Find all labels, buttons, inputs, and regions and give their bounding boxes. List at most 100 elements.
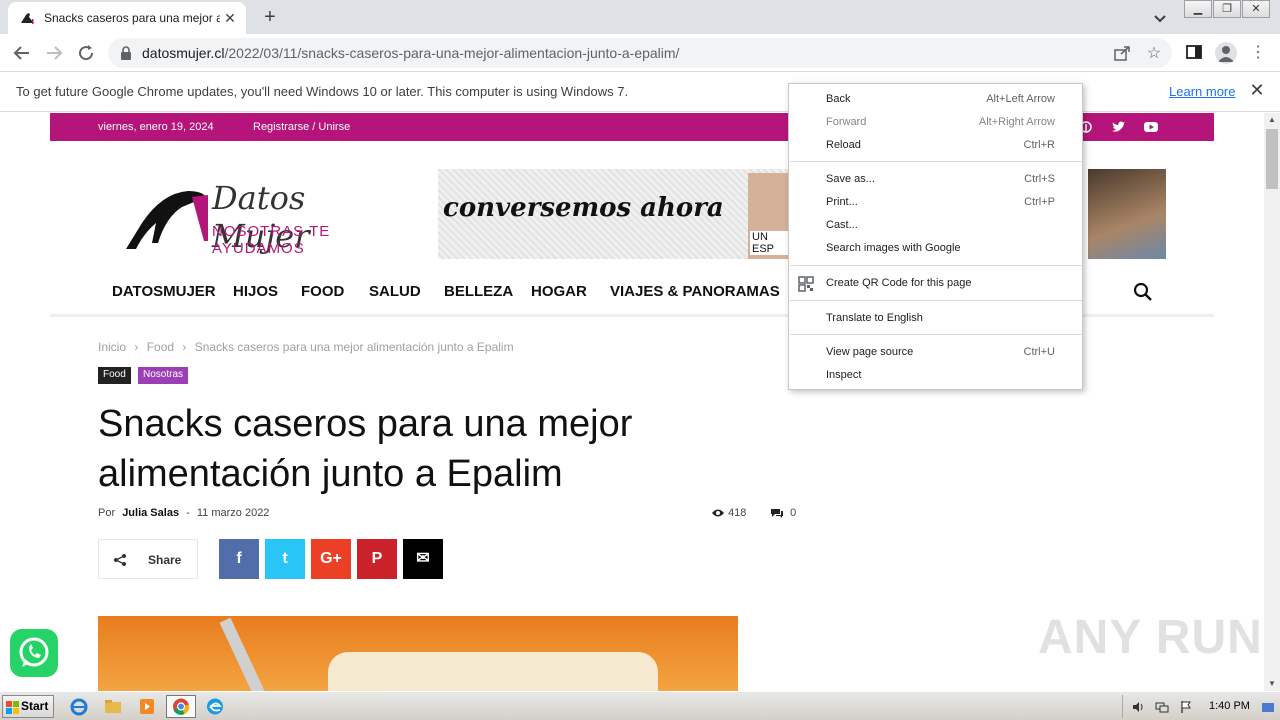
infobar-close-icon[interactable]: ✕ bbox=[1248, 81, 1266, 99]
context-item-search-images[interactable]: Search images with Google bbox=[789, 237, 1082, 260]
new-tab-button[interactable]: + bbox=[258, 6, 282, 28]
nav-item-food[interactable]: FOOD bbox=[301, 283, 344, 300]
register-link[interactable]: Registrarse / Unirse bbox=[253, 121, 350, 133]
breadcrumb: Inicio › Food › Snacks caseros para una … bbox=[98, 340, 514, 354]
menu-kebab-icon[interactable]: ⋮ bbox=[1248, 43, 1268, 63]
context-item-label: Forward bbox=[826, 116, 867, 128]
tab-close-icon[interactable]: ✕ bbox=[222, 10, 238, 26]
breadcrumb-home[interactable]: Inicio bbox=[98, 340, 126, 354]
nav-item-salud[interactable]: SALUD bbox=[369, 283, 421, 300]
comment-icon bbox=[771, 509, 783, 519]
close-window-button[interactable]: ✕ bbox=[1242, 0, 1270, 18]
context-item-label: Inspect bbox=[826, 369, 862, 381]
chrome-taskbar-icon[interactable] bbox=[166, 695, 196, 718]
nav-item-viajes[interactable]: VIAJES & PANORAMAS bbox=[610, 283, 780, 300]
learn-more-link[interactable]: Learn more bbox=[1169, 84, 1235, 99]
windows-taskbar: Start 1:40 PM bbox=[0, 691, 1280, 720]
comments-count[interactable]: 0 bbox=[771, 507, 796, 519]
context-item-view-source[interactable]: View page source Ctrl+U bbox=[789, 341, 1082, 364]
scrollbar-thumb[interactable] bbox=[1266, 129, 1278, 189]
address-bar[interactable]: datosmujer.cl/2022/03/11/snacks-caseros-… bbox=[108, 38, 1172, 68]
start-button[interactable]: Start bbox=[2, 695, 54, 718]
lock-icon[interactable] bbox=[120, 46, 132, 60]
reload-icon[interactable] bbox=[74, 41, 98, 65]
site-logo[interactable]: Datos Mujer NOSOTRAS TE AYUDAMOS bbox=[122, 173, 412, 257]
share-icon[interactable] bbox=[1112, 44, 1132, 64]
context-item-shortcut: Ctrl+P bbox=[1024, 196, 1055, 208]
context-item-label: Reload bbox=[826, 139, 861, 151]
email-share-button[interactable]: ✉ bbox=[403, 539, 443, 579]
restore-button[interactable]: ❐ bbox=[1213, 0, 1241, 18]
youtube-social-icon[interactable] bbox=[1143, 119, 1159, 135]
facebook-share-button[interactable]: f bbox=[219, 539, 259, 579]
share-nodes-icon bbox=[113, 553, 127, 567]
eye-icon bbox=[712, 509, 724, 517]
nav-item-hogar[interactable]: HOGAR bbox=[531, 283, 587, 300]
tab-strip: Snacks caseros para una mejor alime ✕ + … bbox=[0, 0, 1280, 34]
context-item-label: Search images with Google bbox=[826, 242, 961, 254]
googleplus-share-button[interactable]: G+ bbox=[311, 539, 351, 579]
nav-item-datosmujer[interactable]: DATOSMUJER bbox=[112, 283, 216, 300]
search-icon[interactable] bbox=[1132, 281, 1154, 303]
internet-explorer-icon[interactable] bbox=[64, 695, 94, 718]
media-player-icon[interactable] bbox=[132, 695, 162, 718]
browser-toolbar: datosmujer.cl/2022/03/11/snacks-caseros-… bbox=[0, 34, 1280, 72]
ad-portrait-image-right[interactable] bbox=[1088, 169, 1166, 259]
context-item-qr-code[interactable]: Create QR Code for this page bbox=[789, 272, 1082, 295]
twitter-share-button[interactable]: t bbox=[265, 539, 305, 579]
tab-title: Snacks caseros para una mejor alime bbox=[44, 11, 220, 25]
share-box[interactable]: Share bbox=[98, 539, 198, 579]
back-arrow-icon[interactable] bbox=[10, 41, 34, 65]
action-center-flag-icon[interactable] bbox=[1179, 700, 1193, 714]
context-item-cast[interactable]: Cast... bbox=[789, 214, 1082, 237]
browser-tab[interactable]: Snacks caseros para una mejor alime ✕ bbox=[8, 2, 246, 34]
post-date: 11 marzo 2022 bbox=[196, 507, 270, 519]
scroll-up-icon[interactable]: ▲ bbox=[1264, 113, 1280, 127]
volume-icon[interactable] bbox=[1131, 700, 1145, 714]
nav-item-belleza[interactable]: BELLEZA bbox=[444, 283, 513, 300]
network-icon[interactable] bbox=[1155, 700, 1169, 714]
high-heel-logo-icon bbox=[126, 191, 208, 249]
pinterest-share-button[interactable]: P bbox=[357, 539, 397, 579]
context-separator bbox=[790, 265, 1082, 266]
file-explorer-icon[interactable] bbox=[98, 695, 128, 718]
context-item-print[interactable]: Print... Ctrl+P bbox=[789, 191, 1082, 214]
twitter-social-icon[interactable] bbox=[1110, 119, 1126, 135]
views-value: 418 bbox=[728, 507, 747, 519]
hero-cake-shape bbox=[328, 652, 658, 691]
nav-item-hijos[interactable]: HIJOS bbox=[233, 283, 278, 300]
tab-search-chevron-icon[interactable] bbox=[1150, 8, 1170, 28]
meta-separator: - bbox=[186, 507, 190, 519]
update-infobar: To get future Google Chrome updates, you… bbox=[0, 72, 1280, 112]
breadcrumb-separator: › bbox=[182, 340, 187, 354]
side-panel-icon[interactable] bbox=[1184, 43, 1204, 63]
breadcrumb-food[interactable]: Food bbox=[147, 340, 174, 354]
author-prefix: Por bbox=[98, 507, 116, 519]
site-date: viernes, enero 19, 2024 bbox=[98, 121, 214, 133]
whatsapp-icon[interactable] bbox=[10, 629, 58, 677]
context-item-save-as[interactable]: Save as... Ctrl+S bbox=[789, 168, 1082, 191]
category-badge-food[interactable]: Food bbox=[98, 367, 131, 384]
context-item-translate[interactable]: Translate to English bbox=[789, 307, 1082, 330]
taskbar-clock[interactable]: 1:40 PM bbox=[1209, 700, 1250, 712]
context-item-inspect[interactable]: Inspect bbox=[789, 364, 1082, 387]
context-separator bbox=[790, 161, 1082, 162]
context-item-label: Back bbox=[826, 93, 851, 105]
page-scrollbar[interactable]: ▲ ▼ bbox=[1264, 113, 1280, 691]
edge-taskbar-icon[interactable] bbox=[200, 695, 230, 718]
bookmark-star-icon[interactable]: ☆ bbox=[1144, 44, 1164, 64]
category-badge-nosotras[interactable]: Nosotras bbox=[138, 367, 189, 384]
ad-banner[interactable]: conversemos ahora UN ESP bbox=[438, 169, 788, 259]
show-desktop-icon[interactable] bbox=[1261, 700, 1275, 714]
context-item-reload[interactable]: Reload Ctrl+R bbox=[789, 134, 1082, 157]
author-link[interactable]: Julia Salas bbox=[122, 507, 179, 519]
context-menu: Back Alt+Left Arrow Forward Alt+Right Ar… bbox=[788, 83, 1083, 390]
forward-arrow-icon[interactable] bbox=[42, 41, 66, 65]
minimize-button[interactable]: ▁ bbox=[1184, 0, 1212, 18]
scroll-down-icon[interactable]: ▼ bbox=[1264, 677, 1280, 691]
profile-avatar-icon[interactable] bbox=[1215, 42, 1237, 64]
context-item-label: Create QR Code for this page bbox=[826, 277, 972, 289]
context-item-label: Translate to English bbox=[826, 312, 923, 324]
context-item-back[interactable]: Back Alt+Left Arrow bbox=[789, 88, 1082, 111]
ad-banner-text: conversemos ahora bbox=[443, 193, 724, 223]
